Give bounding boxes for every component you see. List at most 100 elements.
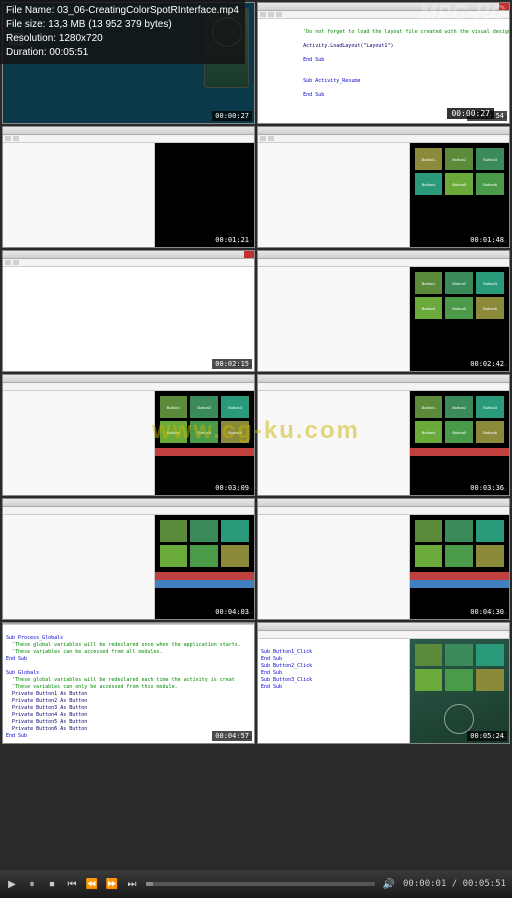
- code-line: End Sub: [261, 656, 282, 662]
- code-line: 'These global variables will be redeclar…: [12, 677, 235, 683]
- thumb-timestamp: 00:00:27: [212, 111, 252, 121]
- empty-cell: [2, 746, 255, 868]
- designer-button: Button4: [415, 173, 443, 195]
- designer-button: Button1: [160, 396, 188, 418]
- code-line: Sub Button2_Click: [261, 663, 312, 669]
- designer-button: Button1: [415, 272, 443, 294]
- pause-button[interactable]: ⏸: [26, 878, 38, 890]
- designer-button: [415, 644, 443, 666]
- thumbnail[interactable]: lynda.com 00:04:30: [257, 498, 510, 620]
- time-display: 00:00:01 / 00:05:51: [403, 879, 506, 889]
- seek-bar[interactable]: [146, 882, 375, 886]
- code-line: 'These variables can be accessed from al…: [12, 649, 163, 655]
- thumb-timestamp: 00:01:21: [212, 235, 252, 245]
- empty-cell: [257, 746, 510, 868]
- thumb-timestamp: 00:02:42: [467, 359, 507, 369]
- thumbnail-grid: 00:00:27 'Do not forget to load the layo…: [0, 0, 512, 870]
- code-line: Private Button2 As Button: [12, 698, 87, 704]
- designer-strip: [155, 448, 254, 456]
- designer-button: [160, 520, 188, 542]
- thumbnail[interactable]: Button1 Button2 Button3 Button4 Button5 …: [257, 374, 510, 496]
- designer-button: Button5: [445, 421, 473, 443]
- file-info-overlay: File Name: 03_06-CreatingColorSpotRInter…: [0, 0, 245, 64]
- duration-value: 00:05:51: [49, 47, 88, 58]
- duration-label: Duration:: [6, 47, 47, 58]
- code-line: Private Button3 As Button: [12, 705, 87, 711]
- code-line: Private Button6 As Button: [12, 726, 87, 732]
- prev-button[interactable]: ⏮: [66, 878, 78, 890]
- resolution-label: Resolution:: [6, 33, 56, 44]
- designer-button: [476, 545, 504, 567]
- thumb-timestamp: 00:03:36: [467, 483, 507, 493]
- code-line: 'These global variables will be redeclar…: [12, 642, 241, 648]
- designer-button: Button4: [160, 421, 188, 443]
- designer-button: [190, 545, 218, 567]
- designer-button: [445, 520, 473, 542]
- code-keyword: Sub Activity_Resume: [303, 78, 360, 84]
- code-line: Private Button1 As Button: [12, 691, 87, 697]
- player-controls: ▶ ⏸ ⏹ ⏮ ⏪ ⏩ ⏭ 🔊 00:00:01 / 00:05:51: [0, 870, 512, 898]
- designer-button: Button3: [476, 272, 504, 294]
- thumbnail[interactable]: Button1 Button2 Button3 Button4 Button5 …: [2, 374, 255, 496]
- thumb-timestamp: 00:04:57: [212, 731, 252, 741]
- designer-button: Button4: [415, 421, 443, 443]
- stop-button[interactable]: ⏹: [46, 878, 58, 890]
- designer-button: [476, 520, 504, 542]
- code-line: Sub Process_Globals: [6, 635, 63, 641]
- designer-button: Button5: [445, 173, 473, 195]
- thumbnail[interactable]: Sub Process_Globals 'These global variab…: [2, 622, 255, 744]
- clock-icon: [444, 704, 474, 734]
- designer-button: Button2: [445, 148, 473, 170]
- thumbnail[interactable]: lynda.com 00:01:21: [2, 126, 255, 248]
- designer-strip: [155, 580, 254, 588]
- designer-strip: [410, 580, 509, 588]
- thumb-timestamp: 00:03:09: [212, 483, 252, 493]
- step-back-button[interactable]: ⏪: [86, 878, 98, 890]
- designer-button: Button6: [476, 421, 504, 443]
- seek-progress: [146, 882, 153, 886]
- designer-button: Button1: [415, 396, 443, 418]
- next-button[interactable]: ⏭: [126, 878, 138, 890]
- designer-button: [415, 669, 443, 691]
- filename-value: 03_06-CreatingColorSpotRInterface.mp4: [57, 5, 239, 16]
- resolution-value: 1280x720: [59, 33, 103, 44]
- thumbnail[interactable]: lynda.com 00:04:03: [2, 498, 255, 620]
- thumb-timestamp: 00:04:03: [212, 607, 252, 617]
- code-line: Private Button4 As Button: [12, 712, 87, 718]
- designer-button: Button3: [476, 148, 504, 170]
- code-line: End Sub: [261, 684, 282, 690]
- play-button[interactable]: ▶: [6, 878, 18, 890]
- code-line: Sub Button3_Click: [261, 677, 312, 683]
- designer-button: [221, 520, 249, 542]
- designer-button: Button1: [415, 148, 443, 170]
- designer-button: Button6: [221, 421, 249, 443]
- designer-button: Button2: [445, 396, 473, 418]
- designer-button: [160, 545, 188, 567]
- player-brand: MPC-HC: [420, 2, 506, 25]
- code-line: Activity.LoadLayout("Layout1"): [303, 43, 393, 49]
- media-player: File Name: 03_06-CreatingColorSpotRInter…: [0, 0, 512, 898]
- designer-button: [445, 644, 473, 666]
- main-timestamp: 00:00:27: [447, 108, 494, 119]
- thumbnail[interactable]: Sub Button1_Click End Sub Sub Button2_Cl…: [257, 622, 510, 744]
- step-fwd-button[interactable]: ⏩: [106, 878, 118, 890]
- volume-icon[interactable]: 🔊: [383, 878, 395, 890]
- code-line: End Sub: [6, 656, 27, 662]
- code-line: Sub Button1_Click: [261, 649, 312, 655]
- thumbnail[interactable]: Button1 Button2 Button3 Button4 Button5 …: [257, 250, 510, 372]
- code-line: End Sub: [261, 670, 282, 676]
- thumb-timestamp: 00:05:24: [467, 731, 507, 741]
- designer-button: [190, 520, 218, 542]
- designer-button: [476, 669, 504, 691]
- designer-button: Button2: [190, 396, 218, 418]
- designer-button: Button6: [476, 297, 504, 319]
- code-comment: 'Do not forget to load the layout file c…: [303, 29, 510, 35]
- code-line: End Sub: [6, 733, 27, 739]
- designer-button: Button3: [221, 396, 249, 418]
- designer-button: [415, 545, 443, 567]
- thumbnail[interactable]: Button1 Button2 Button3 Button4 Button5 …: [257, 126, 510, 248]
- thumbnail[interactable]: lynda.com 00:02:15: [2, 250, 255, 372]
- designer-button: [445, 545, 473, 567]
- designer-button: Button5: [445, 297, 473, 319]
- thumb-timestamp: 00:01:48: [467, 235, 507, 245]
